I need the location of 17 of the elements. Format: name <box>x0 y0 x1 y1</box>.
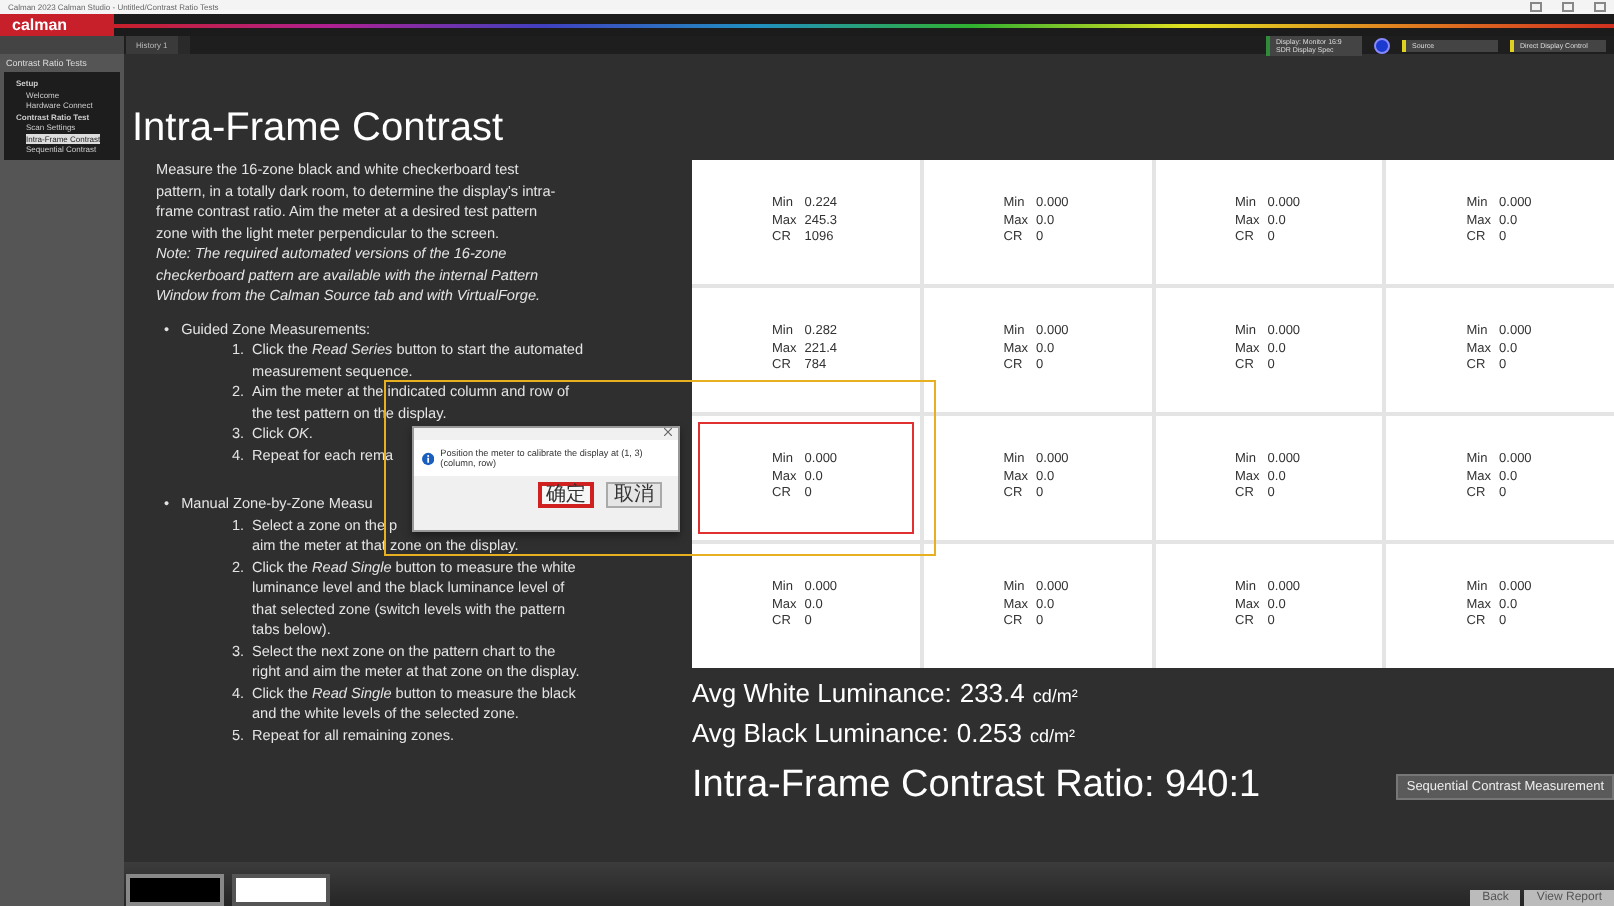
pattern-tab[interactable] <box>126 874 224 906</box>
summary-label: Avg Black Luminance: <box>692 718 949 748</box>
contrast-ratio: Intra-Frame Contrast Ratio: 940:1 <box>692 764 1261 808</box>
connect-icon[interactable] <box>1374 37 1390 53</box>
info-icon <box>422 451 435 465</box>
app-logo: calman <box>0 14 114 36</box>
sidebar-header <box>0 36 124 54</box>
unit-label: cd/m² <box>1032 686 1078 706</box>
unit-label: cd/m² <box>1029 726 1075 746</box>
dialog-button[interactable]: 取消 <box>606 482 662 508</box>
summary-label: Avg White Luminance: <box>692 678 952 708</box>
pattern-tab[interactable] <box>232 874 330 906</box>
summary-value: 0.253 <box>956 718 1022 748</box>
dialog-button[interactable]: 确定 <box>538 482 594 508</box>
summary-value: 233.4 <box>959 678 1025 708</box>
maximize-icon[interactable] <box>1562 2 1574 12</box>
page-title: Intra-Frame Contrast <box>132 106 506 150</box>
